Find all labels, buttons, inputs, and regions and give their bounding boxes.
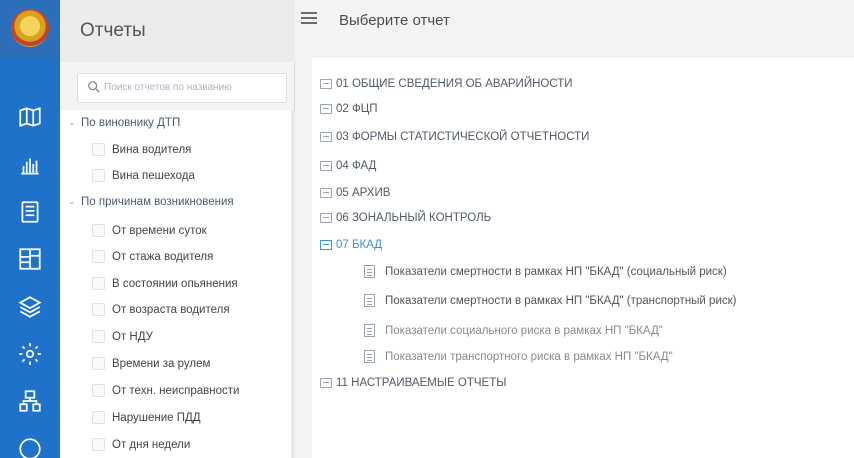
tree-item-label[interactable]: От техн. неисправности (112, 385, 239, 397)
tree-item-label[interactable]: В состоянии опьянения (112, 278, 238, 290)
report-label: Показатели смертности в рамках НП "БКАД"… (385, 265, 727, 278)
report-item[interactable]: Показатели смертности в рамках НП "БКАД"… (364, 294, 736, 307)
tree-item-label[interactable]: От дня недели (112, 439, 190, 451)
folder-open-icon (320, 240, 332, 250)
search-placeholder: Поиск отчетов по названию (104, 82, 232, 93)
folder-row[interactable]: 04 ФАД (320, 160, 376, 172)
settings-icon[interactable] (16, 341, 44, 367)
checkbox[interactable] (92, 384, 105, 397)
tree-item-label[interactable]: От НДУ (112, 331, 153, 343)
folder-row[interactable]: 11 НАСТРАИВАЕМЫЕ ОТЧЕТЫ (320, 377, 506, 389)
folder-row[interactable]: 03 ФОРМЫ СТАТИСТИЧЕСКОЙ ОТЧЕТНОСТИ (320, 131, 589, 143)
tree-item-label[interactable]: От времени суток (112, 225, 207, 237)
checkbox[interactable] (92, 169, 105, 182)
search-icon (88, 81, 100, 93)
report-document-icon (364, 294, 375, 307)
org-structure-icon[interactable] (16, 388, 44, 414)
map-icon[interactable] (16, 104, 44, 130)
checkbox[interactable] (92, 224, 105, 237)
tree-group-label[interactable]: По причинам возникновения (81, 196, 234, 208)
hamburger-menu-icon[interactable] (301, 12, 317, 26)
checkbox[interactable] (92, 411, 105, 424)
report-label: Показатели смертности в рамках НП "БКАД"… (385, 294, 737, 307)
folder-row[interactable]: 05 АРХИВ (320, 187, 390, 199)
report-document-icon (364, 324, 375, 337)
report-filter-tree: ⌄ По виновнику ДТП Вина водителя Вина пе… (60, 110, 295, 458)
top-bar: Выберите отчет (295, 0, 854, 40)
folder-label: 01 ОБЩИЕ СВЕДЕНИЯ ОБ АВАРИЙНОСТИ (336, 78, 573, 90)
folder-row[interactable]: 01 ОБЩИЕ СВЕДЕНИЯ ОБ АВАРИЙНОСТИ (320, 78, 573, 90)
checkbox[interactable] (92, 438, 105, 451)
tree-group-label[interactable]: По виновнику ДТП (81, 117, 180, 129)
checkbox[interactable] (92, 143, 105, 156)
tree-item-label[interactable]: От стажа водителя (112, 251, 213, 263)
report-item[interactable]: Показатели смертности в рамках НП "БКАД"… (364, 265, 727, 278)
scrollbar[interactable] (291, 110, 295, 458)
page-title: Выберите отчет (339, 12, 450, 29)
checkbox[interactable] (92, 277, 105, 290)
folder-row-expanded[interactable]: 07 БКАД (320, 239, 382, 251)
folder-label: 03 ФОРМЫ СТАТИСТИЧЕСКОЙ ОТЧЕТНОСТИ (336, 131, 590, 143)
bar-chart-icon[interactable] (16, 152, 44, 178)
dashboard-icon[interactable] (16, 246, 44, 272)
report-list: 01 ОБЩИЕ СВЕДЕНИЯ ОБ АВАРИЙНОСТИ 02 ФЦП … (312, 58, 854, 458)
folder-label: 02 ФЦП (336, 103, 378, 115)
tree-item-label[interactable]: Времени за рулем (112, 358, 210, 370)
search-input[interactable]: Поиск отчетов по названию (77, 73, 287, 103)
report-item[interactable]: Показатели социального риска в рамках НП… (364, 324, 663, 337)
folder-row[interactable]: 02 ФЦП (320, 103, 378, 115)
folder-label: 07 БКАД (336, 239, 383, 251)
folder-icon (320, 188, 332, 198)
folder-icon (320, 104, 332, 114)
folder-icon (320, 378, 332, 388)
report-item[interactable]: Показатели транспортного риска в рамках … (364, 350, 673, 363)
folder-icon (320, 132, 332, 142)
checkbox[interactable] (92, 303, 105, 316)
report-document-icon (364, 350, 375, 363)
folder-row[interactable]: 06 ЗОНАЛЬНЫЙ КОНТРОЛЬ (320, 212, 491, 224)
document-icon[interactable] (16, 199, 44, 225)
tree-item-label[interactable]: От возраста водителя (112, 304, 230, 316)
checkbox[interactable] (92, 250, 105, 263)
folder-icon (320, 213, 332, 223)
left-rail (0, 0, 60, 458)
layers-icon[interactable] (16, 294, 44, 320)
chevron-down-icon[interactable]: ⌄ (68, 117, 76, 128)
tree-item-label[interactable]: Вина водителя (112, 144, 191, 156)
folder-label: 06 ЗОНАЛЬНЫЙ КОНТРОЛЬ (336, 212, 492, 224)
reports-panel: Отчеты Поиск отчетов по названию ⌄ По ви… (60, 0, 295, 458)
tree-item-label[interactable]: Нарушение ПДД (112, 412, 201, 424)
report-label: Показатели транспортного риска в рамках … (385, 350, 673, 363)
folder-label: 04 ФАД (336, 160, 377, 172)
circle-icon[interactable] (16, 436, 44, 458)
folder-label: 11 НАСТРАИВАЕМЫЕ ОТЧЕТЫ (336, 377, 507, 389)
checkbox[interactable] (92, 330, 105, 343)
folder-icon (320, 161, 332, 171)
emblem-icon[interactable] (11, 9, 49, 47)
app: Отчеты Поиск отчетов по названию ⌄ По ви… (0, 0, 854, 458)
chevron-down-icon[interactable]: ⌄ (68, 196, 76, 207)
folder-icon (320, 79, 332, 89)
checkbox[interactable] (92, 357, 105, 370)
report-document-icon (364, 265, 375, 278)
report-label: Показатели социального риска в рамках НП… (385, 324, 663, 337)
folder-label: 05 АРХИВ (336, 187, 391, 199)
panel-title: Отчеты (80, 20, 146, 41)
tree-item-label[interactable]: Вина пешехода (112, 170, 195, 182)
